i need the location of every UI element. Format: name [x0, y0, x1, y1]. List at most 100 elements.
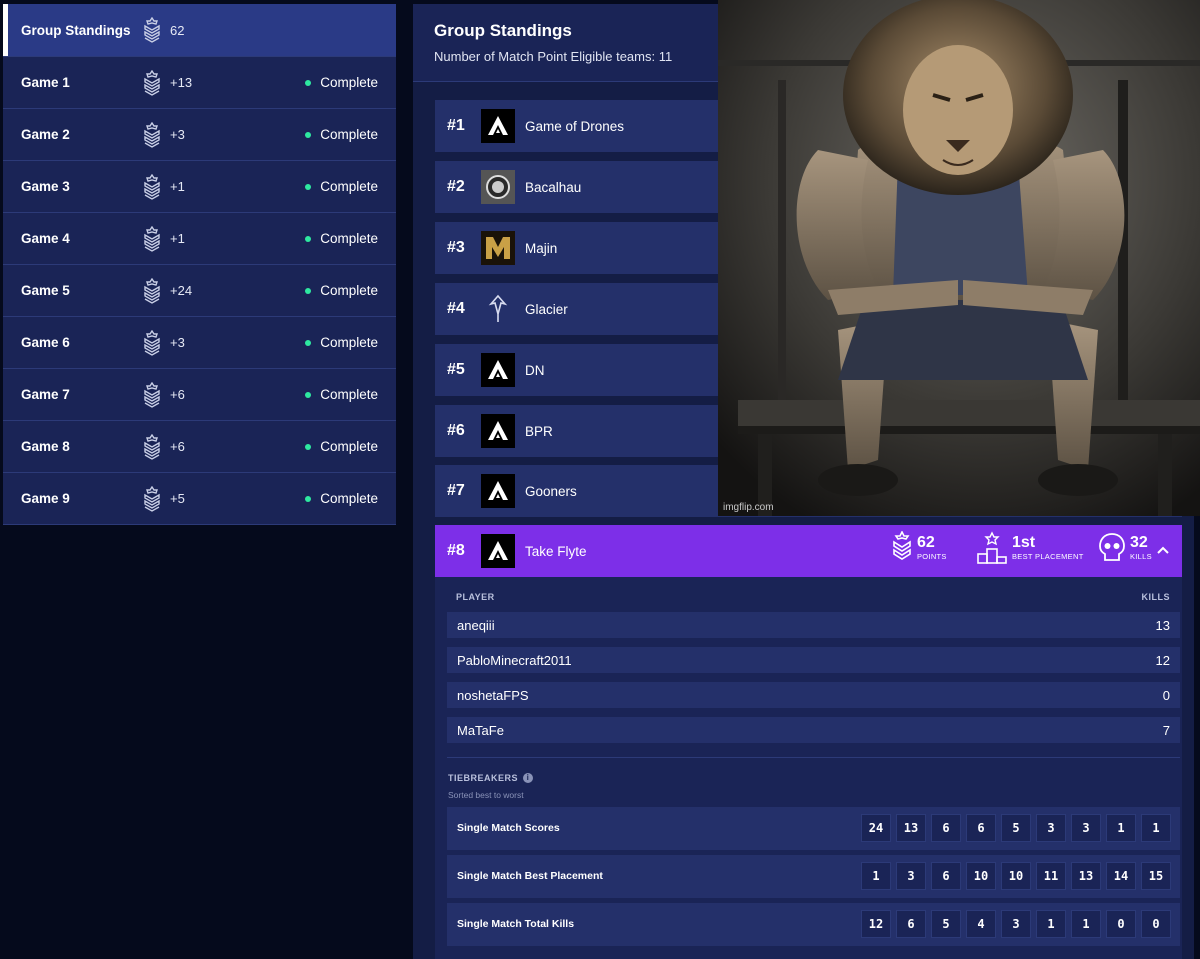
team-name: Gooners [525, 483, 577, 499]
status-dot-icon [305, 235, 312, 242]
lion-meme-image: imgflip.com [718, 0, 1200, 516]
sidebar-item-label: Game 3 [21, 179, 70, 194]
tiebreaker-value: 24 [861, 814, 891, 842]
sidebar-item-game-6[interactable]: Game 6 +3 Complete [3, 317, 396, 369]
sidebar-item-group-standings[interactable]: Group Standings 62 [3, 4, 396, 57]
sidebar-item-label: Game 2 [21, 127, 70, 142]
tiebreaker-value: 6 [896, 910, 926, 938]
sidebar-item-game-1[interactable]: Game 1 +13 Complete [3, 57, 396, 109]
tiebreaker-value: 5 [931, 910, 961, 938]
tiebreakers-title: TIEBREAKERS [448, 773, 519, 783]
page-title: Group Standings [434, 21, 572, 40]
team-rank: #8 [447, 542, 465, 559]
tiebreaker-value: 1 [1141, 814, 1171, 842]
points-chevron-icon [144, 17, 160, 43]
chevron-up-icon[interactable] [1156, 543, 1170, 557]
team-rank: #2 [447, 178, 465, 195]
tiebreakers-heading: TIEBREAKERS i [448, 773, 534, 783]
points-value: 62 [917, 534, 935, 551]
status-indicator: Complete [305, 387, 378, 402]
tiebreaker-value: 10 [966, 862, 996, 890]
tiebreaker-value: 4 [966, 910, 996, 938]
tiebreakers-subtitle: Sorted best to worst [448, 790, 524, 800]
team-name: BPR [525, 423, 553, 439]
status-indicator: Complete [305, 231, 378, 246]
apex-logo-icon [481, 414, 515, 448]
tiebreaker-value: 14 [1106, 862, 1136, 890]
team-name: Glacier [525, 301, 568, 317]
sidebar-item-label: Game 6 [21, 335, 70, 350]
tiebreaker-value: 0 [1141, 910, 1171, 938]
tiebreaker-value: 3 [896, 862, 926, 890]
tiebreaker-value: 15 [1141, 862, 1171, 890]
player-kills: 12 [1155, 653, 1170, 668]
status-dot-icon [305, 79, 312, 86]
team-row-expanded[interactable]: #8 Take Flyte 62 POINTS 1st BEST PLACEME… [435, 525, 1182, 577]
sidebar-item-points: 62 [170, 22, 185, 38]
status-text: Complete [320, 335, 378, 350]
points-chevron-icon [893, 531, 911, 560]
divider [447, 757, 1180, 758]
best-placement-value: 1st [1012, 534, 1036, 551]
sidebar-item-label: Game 9 [21, 491, 70, 506]
tiebreaker-values: 1 3 6 10 10 11 13 14 15 [861, 862, 1171, 890]
tiebreaker-value: 1 [861, 862, 891, 890]
tiebreaker-value: 13 [1071, 862, 1101, 890]
tiebreaker-value: 13 [896, 814, 926, 842]
sidebar-item-label: Group Standings [21, 22, 131, 38]
status-indicator: Complete [305, 75, 378, 90]
sidebar-item-game-4[interactable]: Game 4 +1 Complete [3, 213, 396, 265]
sidebar-item-game-3[interactable]: Game 3 +1 Complete [3, 161, 396, 213]
sidebar-item-game-7[interactable]: Game 7 +6 Complete [3, 369, 396, 421]
points-chevron-icon [144, 330, 160, 356]
team-name: Take Flyte [525, 543, 587, 559]
sidebar-item-points: +1 [170, 179, 185, 194]
kills-column-header: KILLS [1141, 592, 1170, 602]
tiebreaker-value: 1 [1071, 910, 1101, 938]
sidebar-item-points: +24 [170, 283, 193, 298]
status-dot-icon [305, 339, 312, 346]
kills-stat: 32 KILLS [1098, 531, 1152, 565]
status-dot-icon [305, 391, 312, 398]
sidebar-item-game-9[interactable]: Game 9 +5 Complete [3, 473, 396, 525]
skull-icon [1099, 533, 1125, 561]
meme-credit: imgflip.com [723, 502, 774, 513]
status-dot-icon [305, 287, 312, 294]
team-name: Game of Drones [525, 118, 625, 134]
tiebreaker-row: Single Match Scores 24 13 6 6 5 3 3 1 1 [447, 807, 1180, 850]
points-stat: 62 POINTS [891, 531, 947, 565]
tiebreaker-row: Single Match Best Placement 1 3 6 10 10 … [447, 855, 1180, 898]
player-row: PabloMinecraft2011 12 [447, 647, 1180, 673]
team-rank: #3 [447, 239, 465, 256]
tiebreaker-value: 3 [1071, 814, 1101, 842]
apex-logo-icon [481, 474, 515, 508]
majin-logo-icon [481, 231, 515, 265]
best-placement-label: BEST PLACEMENT [1012, 552, 1084, 561]
status-text: Complete [320, 387, 378, 402]
tiebreaker-label: Single Match Scores [457, 822, 560, 834]
tiebreaker-value: 6 [931, 814, 961, 842]
best-placement-stat: 1st BEST PLACEMENT [976, 531, 1084, 565]
tiebreaker-value: 3 [1001, 910, 1031, 938]
points-chevron-icon [144, 174, 160, 200]
sidebar-item-game-2[interactable]: Game 2 +3 Complete [3, 109, 396, 161]
player-kills: 0 [1162, 688, 1170, 703]
tiebreaker-value: 12 [861, 910, 891, 938]
sidebar-item-points: +1 [170, 231, 185, 246]
sidebar-item-points: +6 [170, 387, 185, 402]
glacier-logo-icon [481, 292, 515, 326]
sidebar-item-points: +13 [170, 75, 193, 90]
sidebar-item-label: Game 7 [21, 387, 70, 402]
points-chevron-icon [144, 122, 160, 148]
points-chevron-icon [144, 486, 160, 512]
points-chevron-icon [144, 70, 160, 96]
status-dot-icon [305, 131, 312, 138]
info-icon[interactable]: i [523, 773, 534, 783]
team-rank: #4 [447, 300, 465, 317]
apex-logo-icon [481, 109, 515, 143]
player-kills: 13 [1155, 618, 1170, 633]
sidebar-item-game-5[interactable]: Game 5 +24 Complete [3, 265, 396, 317]
sidebar-item-game-8[interactable]: Game 8 +6 Complete [3, 421, 396, 473]
sidebar-item-label: Game 4 [21, 231, 70, 246]
team-rank: #1 [447, 117, 465, 134]
